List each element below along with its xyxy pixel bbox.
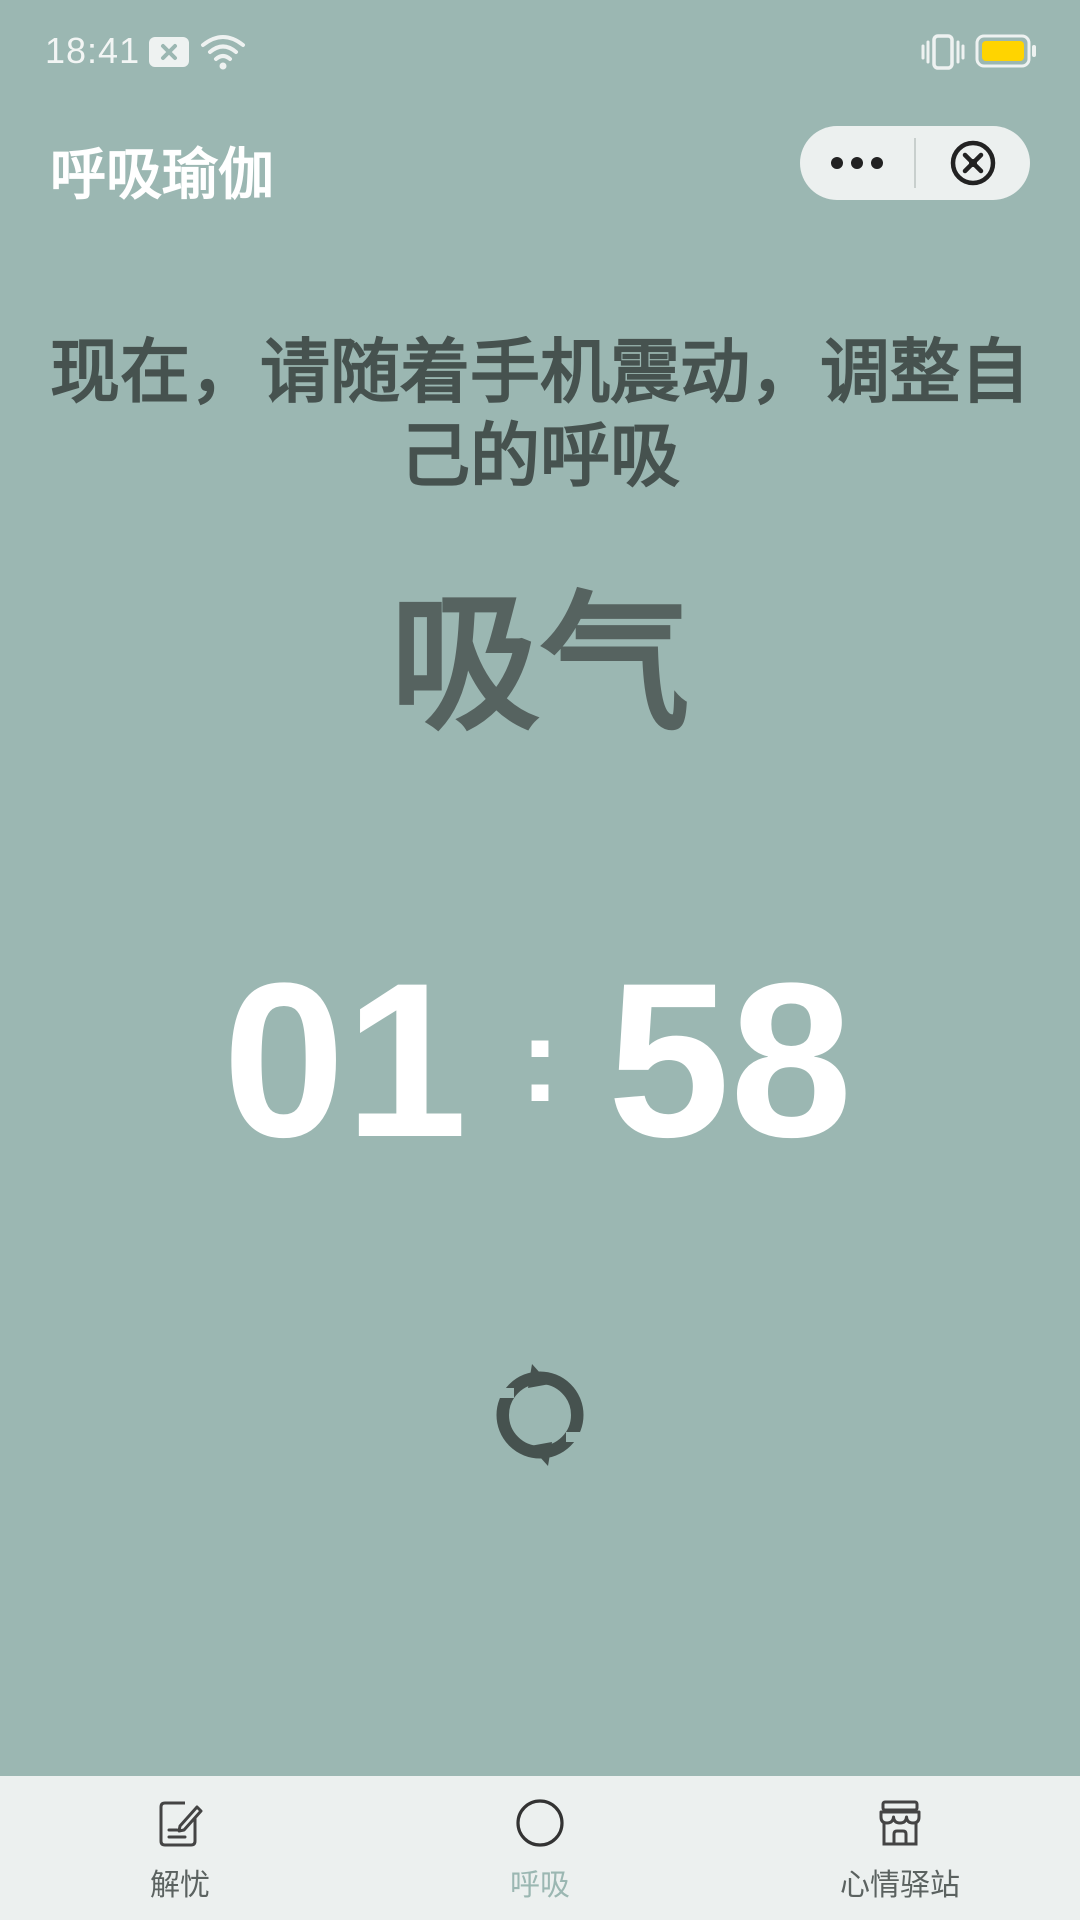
capsule-menu xyxy=(800,126,1030,200)
refresh-icon xyxy=(494,1364,586,1466)
battery-icon xyxy=(975,34,1036,68)
tab-bar: 解忧 呼吸 心情驿站 xyxy=(0,1776,1080,1920)
tab-huxi[interactable]: 呼吸 xyxy=(360,1776,720,1920)
status-bar: 18:41 xyxy=(0,0,1080,100)
more-button[interactable] xyxy=(800,126,914,200)
header: 呼吸瑜伽 xyxy=(0,110,1080,220)
close-circle-icon xyxy=(950,140,996,186)
close-button[interactable] xyxy=(916,126,1030,200)
tab-label: 解忧 xyxy=(150,1868,210,1903)
page-title: 呼吸瑜伽 xyxy=(50,143,274,208)
timer-separator: : xyxy=(520,993,560,1127)
tab-label: 呼吸 xyxy=(510,1868,570,1903)
timer-minutes: 01 xyxy=(222,937,468,1183)
vibrate-icon xyxy=(921,34,965,70)
countdown-timer: 01 : 58 xyxy=(0,937,1080,1183)
note-edit-icon xyxy=(159,1801,203,1847)
wifi-icon xyxy=(201,35,245,70)
tab-xinqing-yizhan[interactable]: 心情驿站 xyxy=(720,1776,1080,1920)
breath-phase: 吸气 xyxy=(389,578,690,752)
timer-seconds: 58 xyxy=(607,937,853,1183)
store-icon xyxy=(879,1800,921,1846)
tab-label: 心情驿站 xyxy=(840,1868,960,1903)
status-time: 18:41 xyxy=(45,30,141,71)
tab-jieyou[interactable]: 解忧 xyxy=(0,1776,360,1920)
restart-button[interactable] xyxy=(480,1350,600,1480)
more-dots-icon xyxy=(831,157,883,169)
circle-icon xyxy=(516,1799,564,1847)
instruction-text: 现在，请随着手机震动，调整自己的呼吸 xyxy=(50,331,1030,497)
notification-icon xyxy=(149,37,189,67)
